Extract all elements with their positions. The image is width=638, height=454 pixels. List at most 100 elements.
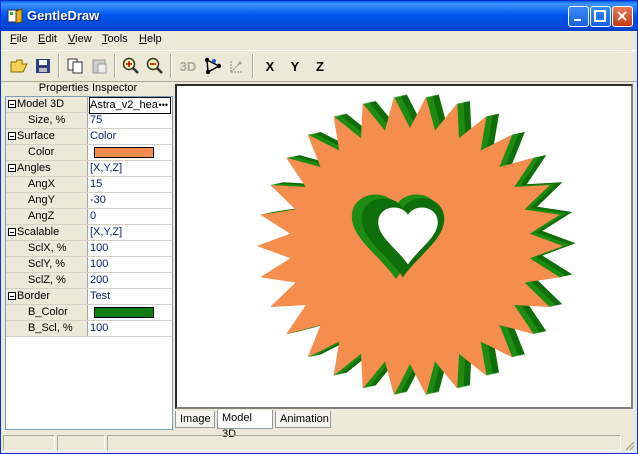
property-key-label: Color: [28, 146, 55, 158]
browse-ellipsis-button[interactable]: •••: [158, 98, 168, 113]
property-value[interactable]: 75: [90, 113, 171, 128]
property-value[interactable]: 15: [90, 177, 171, 192]
menu-help[interactable]: Help: [139, 33, 162, 45]
property-value[interactable]: 100: [90, 257, 171, 272]
property-key: AngX: [6, 177, 88, 192]
status-panel: [107, 435, 621, 451]
status-panel: [57, 435, 105, 451]
property-value[interactable]: [X,Y,Z]: [90, 225, 171, 240]
property-value-text: [X,Y,Z]: [90, 162, 123, 174]
axis-y-button[interactable]: Y: [284, 55, 306, 77]
property-key: Surface: [6, 129, 88, 144]
tab-animation[interactable]: Animation: [275, 411, 331, 428]
property-key-label: Model 3D: [17, 98, 65, 110]
menu-file[interactable]: File: [10, 33, 28, 45]
collapse-toggle-icon[interactable]: [8, 164, 16, 172]
axis-z-button[interactable]: Z: [309, 55, 331, 77]
property-row[interactable]: Color: [6, 145, 172, 161]
menu-tools-rest: ools: [107, 33, 128, 45]
property-value[interactable]: [90, 305, 171, 320]
toolbar: 3D X Y Z: [1, 50, 637, 82]
collapse-toggle-icon[interactable]: [8, 228, 16, 236]
collapse-toggle-icon[interactable]: [8, 100, 16, 108]
maximize-button[interactable]: [590, 6, 611, 27]
property-key: B_Scl, %: [6, 321, 88, 336]
property-row[interactable]: Size, % 75: [6, 113, 172, 129]
save-button[interactable]: [32, 55, 54, 77]
property-row[interactable]: AngZ 0: [6, 209, 172, 225]
open-folder-icon: [10, 59, 28, 73]
menu-tools[interactable]: Tools: [102, 33, 128, 45]
property-row[interactable]: SclY, % 100: [6, 257, 172, 273]
property-row[interactable]: Model 3D Astra_v2_hea •••: [6, 97, 172, 114]
property-value[interactable]: 100: [90, 321, 171, 336]
title-bar[interactable]: GentleDraw: [1, 1, 637, 31]
property-key: SclY, %: [6, 257, 88, 272]
menu-edit[interactable]: Edit: [38, 33, 57, 45]
property-key-label: B_Color: [28, 306, 68, 318]
menu-help-accel: H: [139, 33, 147, 45]
tab-model-3d[interactable]: Model 3D: [217, 410, 273, 440]
property-key-label: Angles: [17, 162, 51, 174]
menu-bar: File Edit View Tools Help: [1, 31, 637, 49]
maximize-icon: [594, 10, 606, 22]
property-value[interactable]: -30: [90, 193, 171, 208]
properties-grid: Model 3D Astra_v2_hea ••• Size, % 75 Surface C…: [5, 96, 173, 430]
app-icon: [7, 8, 23, 24]
nodes-icon: [204, 57, 222, 75]
property-value[interactable]: [90, 145, 171, 160]
property-row[interactable]: AngX 15: [6, 177, 172, 193]
property-value-text: 100: [90, 242, 109, 254]
toolbar-separator: [252, 54, 254, 78]
property-row[interactable]: Angles [X,Y,Z]: [6, 161, 172, 177]
collapse-toggle-icon[interactable]: [8, 292, 16, 300]
toolbar-separator: [170, 54, 172, 78]
zoom-in-icon: [122, 57, 139, 74]
view-3d-button[interactable]: 3D: [176, 55, 200, 77]
property-row[interactable]: B_Color: [6, 305, 172, 321]
property-key: SclX, %: [6, 241, 88, 256]
status-bar: [1, 433, 637, 453]
close-button[interactable]: [612, 6, 633, 27]
property-value[interactable]: Color: [90, 129, 171, 144]
property-value[interactable]: Astra_v2_hea •••: [89, 97, 171, 114]
property-row[interactable]: Border Test: [6, 289, 172, 305]
property-key-label: Surface: [17, 130, 55, 142]
menu-view[interactable]: View: [68, 33, 92, 45]
property-value[interactable]: [X,Y,Z]: [90, 161, 171, 176]
resize-grip-icon[interactable]: [623, 439, 635, 451]
property-row[interactable]: SclX, % 100: [6, 241, 172, 257]
property-key-label: SclZ, %: [28, 274, 66, 286]
property-key: Angles: [6, 161, 88, 176]
property-row[interactable]: SclZ, % 200: [6, 273, 172, 289]
property-row[interactable]: Surface Color: [6, 129, 172, 145]
zoom-out-icon: [146, 57, 163, 74]
nodes-button[interactable]: [202, 55, 224, 77]
property-key: Size, %: [6, 113, 88, 128]
property-row[interactable]: B_Scl, % 100: [6, 321, 172, 337]
minimize-button[interactable]: [568, 6, 589, 27]
property-value[interactable]: 0: [90, 209, 171, 224]
axes-button[interactable]: [226, 55, 248, 77]
model-canvas[interactable]: [175, 84, 633, 409]
color-swatch[interactable]: [94, 147, 154, 158]
property-value-text: 100: [90, 258, 109, 270]
open-button[interactable]: [8, 55, 30, 77]
color-swatch[interactable]: [94, 307, 154, 318]
property-value[interactable]: 100: [90, 241, 171, 256]
paste-button[interactable]: [88, 55, 110, 77]
property-row[interactable]: Scalable [X,Y,Z]: [6, 225, 172, 241]
view-tabs: Image Model 3D Animation: [175, 410, 633, 440]
property-row[interactable]: AngY -30: [6, 193, 172, 209]
toolbar-separator: [114, 54, 116, 78]
collapse-toggle-icon[interactable]: [8, 132, 16, 140]
menu-help-rest: elp: [146, 33, 162, 45]
property-value[interactable]: Test: [90, 289, 171, 304]
zoom-in-button[interactable]: [120, 55, 142, 77]
zoom-out-button[interactable]: [144, 55, 166, 77]
property-value[interactable]: 200: [90, 273, 171, 288]
tab-image[interactable]: Image: [175, 411, 215, 428]
property-value-text: 100: [90, 322, 109, 334]
axis-x-button[interactable]: X: [259, 55, 281, 77]
copy-button[interactable]: [64, 55, 86, 77]
